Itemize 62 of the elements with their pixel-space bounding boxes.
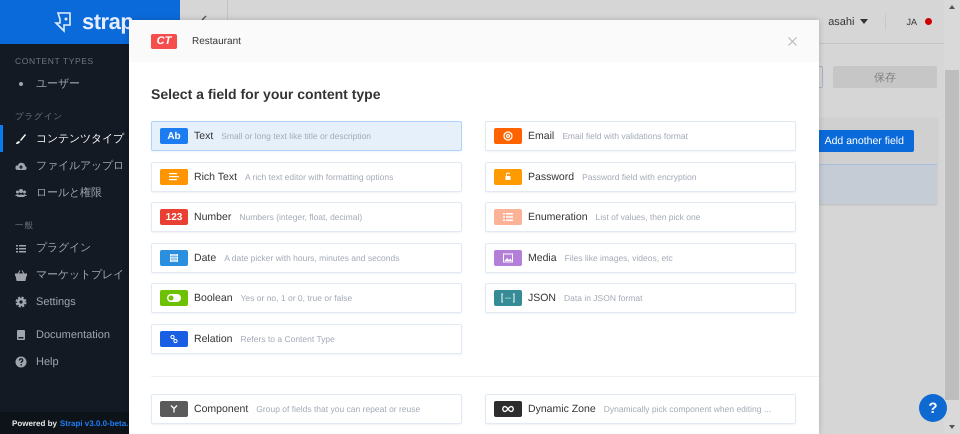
footer-text: Powered by [12,418,57,428]
field-type-name: Number [194,211,232,224]
field-type-option[interactable]: Rich Text A rich text editor with formatting options [151,162,462,192]
logo-icon [52,11,74,33]
content-type-badge: CT [151,34,177,48]
caret-icon[interactable] [860,19,868,24]
field-type-description: A date picker with hours, minutes and seconds [224,252,400,263]
book-icon [15,328,27,340]
field-type-description: Password field with encryption [582,172,696,182]
field-type-description: Email field with validations format [562,131,688,141]
field-type-name: Enumeration [528,211,588,224]
brush-icon [15,132,27,144]
field-type-description: Small or long text like title or description [221,131,372,141]
field-type-name: Relation [194,332,233,345]
user-name[interactable]: asahi [828,16,854,28]
field-type-option[interactable]: Relation Refers to a Content Type [151,324,462,354]
section-title: CONTENT TYPES [14,56,95,68]
field-type-description: Group of fields that you can repeat or reuse [256,404,420,414]
field-type-option[interactable]: Email Email field with validations format [485,121,796,151]
field-type-name: Component [194,402,248,415]
field-type-option[interactable]: Media Files like images, videos, etc [485,242,796,273]
type-badge: Ab [160,128,188,144]
status-dot [925,18,932,25]
field-type-description: Dynamically pick component when editing ... [604,404,771,414]
field-type-name: Date [194,252,216,264]
field-type-name: Text [194,130,214,142]
field-type-option[interactable]: Boolean Yes or no, 1 or 0, true or false [151,283,462,314]
field-type-name: Media [528,252,557,264]
help-icon [15,356,27,368]
section-title: プラグイン [14,111,64,123]
field-type-option[interactable]: 123 Number Numbers (integer, float, decimal) [151,202,462,232]
field-type-option[interactable]: Date A date picker with hours, minutes and seconds [151,242,462,273]
field-type-name: Rich Text [194,170,237,183]
field-type-name: Dynamic Zone [528,402,596,415]
language-label[interactable]: JA [886,16,925,26]
field-type-name: Email [528,130,554,142]
basket-icon [15,268,27,280]
field-type-description: A rich text editor with formatting options [245,172,394,182]
modal-title: Restaurant [192,36,242,46]
field-type-description: List of values, then pick one [596,212,700,222]
field-type-option[interactable]: Dynamic Zone Dynamically pick component when editing ... [485,394,796,424]
type-badge: 123 [160,209,188,226]
field-type-description: Numbers (integer, float, decimal) [239,212,362,222]
field-type-option[interactable]: Enumeration List of values, then pick one [485,202,796,232]
version-link[interactable]: Strapi v3.0.0-beta. [60,418,128,428]
settings-icon [15,296,27,308]
field-type-description: Data in JSON format [564,293,642,304]
field-type-name: Boolean [194,292,233,304]
users-icon [15,186,27,198]
section-title: 一般 [14,220,36,232]
field-type-name: Password [528,170,574,183]
field-type-option[interactable]: JSON Data in JSON format [485,283,796,314]
field-type-option[interactable]: Password Password field with encryption [485,162,796,192]
close-icon[interactable] [788,36,797,46]
modal-heading: Select a field for your content type [151,86,382,102]
field-type-option[interactable]: Ab Text Small or long text like title or description [151,121,462,151]
field-type-option[interactable]: Component Group of fields that you can repeat or reuse [151,394,462,424]
field-type-description: Yes or no, 1 or 0, true or false [240,293,352,304]
field-type-description: Files like images, videos, etc [564,252,673,263]
field-type-description: Refers to a Content Type [240,334,335,344]
field-type-name: JSON [528,292,556,304]
scrollbar[interactable] [944,0,960,434]
